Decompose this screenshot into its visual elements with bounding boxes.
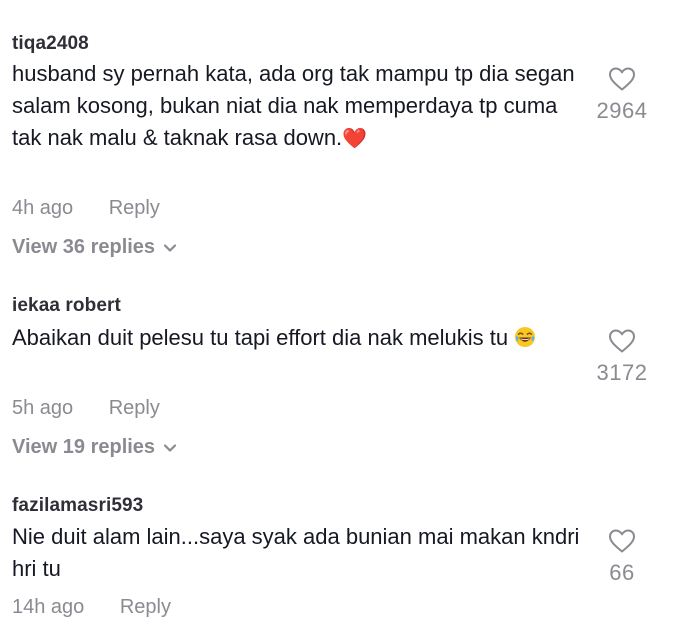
- reply-button[interactable]: Reply: [109, 397, 160, 419]
- like-count: 66: [609, 560, 635, 585]
- comment-text: husband sy pernah kata, ada org tak mamp…: [12, 58, 582, 154]
- comment-meta: 5h ago Reply: [12, 397, 160, 420]
- comment-time: 4h ago: [12, 197, 74, 219]
- comment-text-content: Nie duit alam lain...saya syak ada bunia…: [12, 524, 580, 581]
- view-replies-label: View 19 replies: [12, 436, 156, 458]
- comment-meta: 14h ago Reply: [12, 596, 171, 619]
- comment-text-content: husband sy pernah kata, ada org tak mamp…: [12, 61, 575, 150]
- chevron-down-icon: [163, 244, 177, 252]
- reply-button[interactable]: Reply: [120, 596, 171, 618]
- comment-meta: 4h ago Reply: [12, 197, 160, 220]
- comment-text-content: Abaikan duit pelesu tu tapi effort dia n…: [12, 325, 509, 350]
- comment-text: Abaikan duit pelesu tu tapi effort dia n…: [12, 322, 582, 354]
- like-button[interactable]: 66: [582, 528, 662, 586]
- like-button[interactable]: 3172: [582, 328, 662, 386]
- chevron-down-icon: [163, 444, 177, 452]
- heart-outline-icon: [609, 67, 635, 91]
- like-button[interactable]: 2964: [582, 66, 662, 124]
- heart-outline-icon: [609, 329, 635, 353]
- reply-button[interactable]: Reply: [109, 197, 160, 219]
- view-replies-button[interactable]: View 36 replies: [12, 236, 177, 259]
- like-count: 3172: [596, 360, 648, 385]
- view-replies-label: View 36 replies: [12, 236, 156, 258]
- heart-emoji: ❤️: [342, 126, 368, 150]
- heart-outline-icon: [609, 529, 635, 553]
- like-count: 2964: [596, 98, 648, 123]
- view-replies-button[interactable]: View 19 replies: [12, 436, 177, 459]
- comment-time: 14h ago: [12, 596, 85, 618]
- comment-username[interactable]: fazilamasri593: [12, 495, 143, 517]
- comment-username[interactable]: tiqa2408: [12, 33, 89, 55]
- comment-text: Nie duit alam lain...saya syak ada bunia…: [12, 521, 582, 585]
- comment-time: 5h ago: [12, 397, 74, 419]
- laughing-emoji: [515, 327, 536, 347]
- comment-username[interactable]: iekaa robert: [12, 295, 121, 317]
